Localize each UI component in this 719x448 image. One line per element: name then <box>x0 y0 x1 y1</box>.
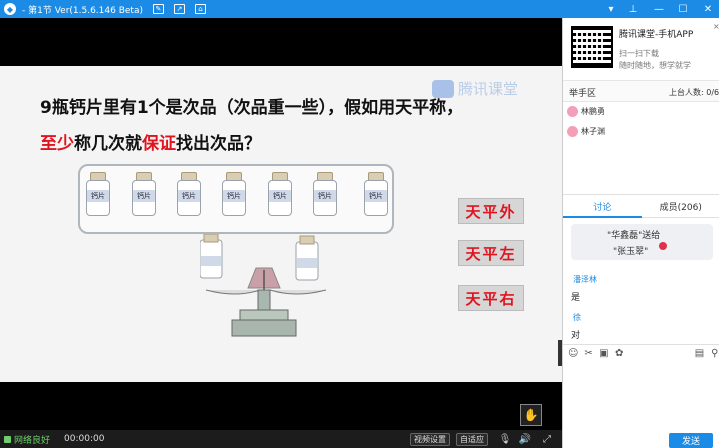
chat-input[interactable] <box>563 362 719 430</box>
image-icon[interactable]: ▣ <box>599 347 609 361</box>
chat-toolbar: ☺ ✂ ▣ ✿ ▤ ⚲ <box>563 344 719 362</box>
app-logo-icon: ◆ <box>4 3 16 15</box>
flower-icon[interactable]: ✿ <box>614 347 624 361</box>
user-icon[interactable]: ⚲ <box>710 347 719 361</box>
option-right-pan[interactable]: 天平右 <box>458 285 524 311</box>
gift-sender: "华鑫磊"送给 <box>607 231 661 241</box>
send-button[interactable]: 发送 <box>669 433 713 448</box>
pin-button[interactable]: ⊥ <box>622 0 644 18</box>
minimize-button[interactable]: — <box>648 0 670 18</box>
scissors-icon[interactable]: ✂ <box>583 347 593 361</box>
highlight-at-least: 至少 <box>40 134 74 154</box>
hands-header: 举手区 上台人数: 0/6 <box>563 80 719 102</box>
maximize-button[interactable]: ☐ <box>672 0 694 18</box>
side-panel: 腾讯课堂-手机APP 扫一扫下载 随时随地，想学就学 × 举手区 上台人数: 0… <box>562 18 719 448</box>
bottle: 钙片 <box>364 172 388 216</box>
qr-code <box>571 26 613 68</box>
bottle: 钙片 <box>222 172 246 216</box>
question-line-2: 至少称几次就保证找出次品？ <box>40 129 261 154</box>
chat-sender[interactable]: 徐 <box>573 312 581 323</box>
status-bar: 网络良好 00:00:00 视频设置 自适应 🎙 🔊 ⤢ <box>0 430 562 448</box>
watermark-text: 腾讯课堂 <box>458 80 519 98</box>
fullscreen-icon[interactable]: ⤢ <box>540 432 554 446</box>
edit-icon[interactable]: ✎ <box>152 4 164 14</box>
rose-icon <box>659 242 667 250</box>
window-title: - 第1节 Ver(1.5.6.146 Beta) <box>22 5 143 16</box>
network-status: 网络良好 <box>4 433 50 446</box>
chat-message: 对 <box>571 331 581 341</box>
network-icon <box>4 435 11 443</box>
highlight-guarantee: 保证 <box>142 134 176 154</box>
share-icon[interactable]: ↗ <box>173 4 185 14</box>
minimize-mini-button[interactable]: ▾ <box>600 0 622 18</box>
bottles-group: 钙片 钙片 钙片 钙片 钙片 钙片 钙片 <box>78 164 394 234</box>
avatar <box>567 106 578 117</box>
bottle: 钙片 <box>177 172 201 216</box>
volume-icon[interactable]: 🔊 <box>518 432 532 446</box>
close-button[interactable]: ✕ <box>697 0 719 18</box>
question-mid: 称几次就 <box>74 134 142 154</box>
title-bar: ◆ - 第1节 Ver(1.5.6.146 Beta) ✎ ↗ ⌂ ▾ ⊥ — … <box>0 0 719 18</box>
bottle: 钙片 <box>268 172 292 216</box>
gift-receiver: "张玉翠" <box>613 247 649 257</box>
stage-count: 上台人数: 0/6 <box>669 88 719 97</box>
tab-members[interactable]: 成员(206) <box>642 195 719 217</box>
video-stage: 腾讯课堂 9瓶钙片里有1个是次品（次品重一些），假如用天平称， 至少称几次就保证… <box>0 18 562 430</box>
microphone-icon[interactable]: 🎙 <box>498 432 512 446</box>
slide-content: 腾讯课堂 9瓶钙片里有1个是次品（次品重一些），假如用天平称， 至少称几次就保证… <box>0 66 562 382</box>
home-icon[interactable]: ⌂ <box>194 4 206 14</box>
close-promo-icon[interactable]: × <box>713 22 719 31</box>
hands-title: 举手区 <box>569 89 597 99</box>
elapsed-time: 00:00:00 <box>64 434 105 444</box>
question-suffix: 找出次品？ <box>176 134 261 154</box>
chat-sender[interactable]: 潘泽林 <box>573 274 597 285</box>
avatar <box>567 126 578 137</box>
question-line-1: 9瓶钙片里有1个是次品（次品重一些），假如用天平称， <box>40 98 464 118</box>
gift-notice: "华鑫磊"送给 "张玉翠" <box>571 224 713 260</box>
bottle: 钙片 <box>86 172 110 216</box>
raise-hand-button[interactable]: ✋ <box>520 404 542 426</box>
hand-user[interactable]: 林子渊 <box>567 126 605 137</box>
bottle: 钙片 <box>132 172 156 216</box>
emoji-icon[interactable]: ☺ <box>568 347 578 361</box>
app-promo-slogan: 随时随地，想学就学 <box>619 61 691 70</box>
chat-message: 是 <box>571 293 581 303</box>
panel-tabs: 讨论 成员(206) <box>563 194 719 218</box>
app-promo-title: 腾讯课堂-手机APP <box>619 30 694 40</box>
bottle: 钙片 <box>313 172 337 216</box>
option-outside-scale[interactable]: 天平外 <box>458 198 524 224</box>
option-left-pan[interactable]: 天平左 <box>458 240 524 266</box>
video-settings-button[interactable]: 视频设置 <box>410 433 450 446</box>
tab-discuss[interactable]: 讨论 <box>563 195 642 218</box>
app-promo-scan: 扫一扫下载 <box>619 49 659 58</box>
card-icon[interactable]: ▤ <box>694 347 704 361</box>
auto-fit-button[interactable]: 自适应 <box>456 433 488 446</box>
hand-user[interactable]: 林鹏勇 <box>567 106 605 117</box>
balance-scale <box>200 234 327 337</box>
